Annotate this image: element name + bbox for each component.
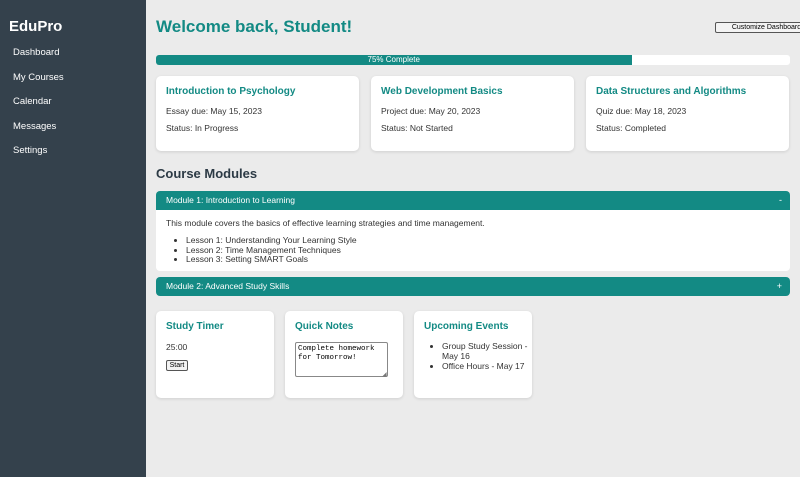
module-description: This module covers the basics of effecti… <box>166 218 485 228</box>
customize-dashboard-button[interactable]: Customize Dashboard <box>715 22 800 33</box>
module-1-content: This module covers the basics of effecti… <box>156 210 790 271</box>
collapse-toggle-icon[interactable]: - <box>779 191 782 210</box>
expand-toggle-icon[interactable]: + <box>777 277 782 296</box>
sidebar-nav: Dashboard My Courses Calendar Messages S… <box>0 41 146 164</box>
course-status: Status: Completed <box>596 123 666 133</box>
course-card[interactable]: Data Structures and Algorithms Quiz due:… <box>586 76 789 151</box>
widget-title: Study Timer <box>166 321 224 332</box>
upcoming-events-widget: Upcoming Events Group Study Session - Ma… <box>414 311 532 398</box>
sidebar-item-dashboard[interactable]: Dashboard <box>0 41 146 66</box>
events-list: Group Study Session - May 16 Office Hour… <box>442 341 532 371</box>
progress-label: 75% Complete <box>367 55 420 64</box>
start-timer-button[interactable]: Start <box>166 360 188 371</box>
lesson-list: Lesson 1: Understanding Your Learning St… <box>186 235 357 265</box>
page-title: Welcome back, Student! <box>156 17 353 36</box>
course-title[interactable]: Data Structures and Algorithms <box>596 86 746 97</box>
sidebar: EduPro Dashboard My Courses Calendar Mes… <box>0 0 146 477</box>
module-title: Module 2: Advanced Study Skills <box>166 281 290 291</box>
course-card[interactable]: Introduction to Psychology Essay due: Ma… <box>156 76 359 151</box>
module-2-header[interactable]: Module 2: Advanced Study Skills + <box>156 277 790 296</box>
widget-title: Upcoming Events <box>424 321 509 332</box>
quick-notes-widget: Quick Notes Complete homework for Tomorr… <box>285 311 403 398</box>
course-card[interactable]: Web Development Basics Project due: May … <box>371 76 574 151</box>
brand-logo[interactable]: EduPro <box>9 18 62 35</box>
course-status: Status: Not Started <box>381 123 453 133</box>
event-item[interactable]: Group Study Session - May 16 <box>442 341 532 361</box>
sidebar-item-my-courses[interactable]: My Courses <box>0 66 146 91</box>
study-timer-widget: Study Timer 25:00 Start <box>156 311 274 398</box>
lesson-item[interactable]: Lesson 3: Setting SMART Goals <box>186 254 357 265</box>
sidebar-item-calendar[interactable]: Calendar <box>0 90 146 115</box>
course-due-date: Project due: May 20, 2023 <box>381 106 481 116</box>
main-content: Welcome back, Student! Customize Dashboa… <box>146 0 800 477</box>
timer-display: 25:00 <box>166 342 188 352</box>
course-title[interactable]: Web Development Basics <box>381 86 503 97</box>
event-item[interactable]: Office Hours - May 17 <box>442 361 532 371</box>
module-title: Module 1: Introduction to Learning <box>166 195 296 205</box>
resize-handle-icon[interactable]: ◢ <box>382 371 387 378</box>
progress-bar: 75% Complete <box>156 55 790 65</box>
widget-title: Quick Notes <box>295 321 354 332</box>
module-1-header[interactable]: Module 1: Introduction to Learning - <box>156 191 790 210</box>
course-due-date: Essay due: May 15, 2023 <box>166 106 262 116</box>
course-status: Status: In Progress <box>166 123 239 133</box>
sidebar-item-messages[interactable]: Messages <box>0 115 146 140</box>
sidebar-item-settings[interactable]: Settings <box>0 139 146 164</box>
section-title-course-modules: Course Modules <box>156 166 258 181</box>
course-due-date: Quiz due: May 18, 2023 <box>596 106 687 116</box>
course-title[interactable]: Introduction to Psychology <box>166 86 295 97</box>
quick-notes-textarea[interactable]: Complete homework for Tomorrow! <box>295 342 388 377</box>
